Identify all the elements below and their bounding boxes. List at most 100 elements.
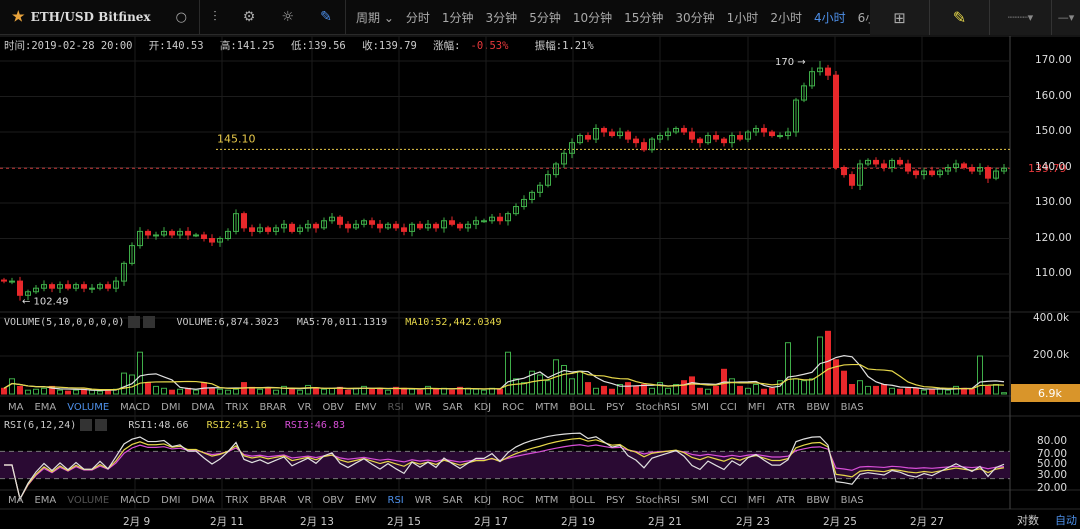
tab-bias[interactable]: BIAS xyxy=(841,402,864,413)
candle-body xyxy=(721,138,727,144)
tab-volume[interactable]: VOLUME xyxy=(67,495,109,506)
volume-bar xyxy=(873,385,879,395)
tab-emv[interactable]: EMV xyxy=(355,402,377,413)
volume-bar xyxy=(625,382,631,395)
tab-bbw[interactable]: BBW xyxy=(806,402,829,413)
tab-brar[interactable]: BRAR xyxy=(259,495,286,506)
candle-body xyxy=(497,216,503,222)
tab-vr[interactable]: VR xyxy=(298,402,312,413)
rsi-tick: 30.00 xyxy=(1037,468,1068,481)
tab-obv[interactable]: OBV xyxy=(322,495,343,506)
tab-trix[interactable]: TRIX xyxy=(226,495,249,506)
tab-cci[interactable]: CCI xyxy=(720,495,737,506)
volume-bar xyxy=(841,370,847,395)
date-tick: 2月 13 xyxy=(300,516,334,528)
tab-sar[interactable]: SAR xyxy=(443,402,463,413)
candle-body xyxy=(689,131,695,140)
volume-bar xyxy=(1001,392,1007,395)
tab-brar[interactable]: BRAR xyxy=(259,402,286,413)
candle-body xyxy=(313,223,319,229)
volume-bar xyxy=(785,342,791,395)
tab-atr[interactable]: ATR xyxy=(776,495,795,506)
tab-roc[interactable]: ROC xyxy=(502,495,524,506)
volume-bar xyxy=(793,378,799,395)
volume-bar xyxy=(385,389,391,395)
volume-bar xyxy=(929,388,935,395)
tab-sar[interactable]: SAR xyxy=(443,495,463,506)
tab-mtm[interactable]: MTM xyxy=(535,402,558,413)
chart-canvas[interactable]: 145.10139.79170 →← 102.496.9k xyxy=(0,0,1080,529)
volume-bar xyxy=(505,351,511,395)
volume-bar xyxy=(833,359,839,395)
tab-atr[interactable]: ATR xyxy=(776,402,795,413)
tab-stochrsi[interactable]: StochRSI xyxy=(636,495,680,506)
volume-bar xyxy=(513,378,519,395)
close-icon[interactable] xyxy=(95,419,108,431)
close-icon[interactable] xyxy=(143,316,156,328)
tab-ema[interactable]: EMA xyxy=(34,495,56,506)
tab-smi[interactable]: SMI xyxy=(691,402,709,413)
candle-body xyxy=(201,234,207,239)
date-tick: 2月 9 xyxy=(123,516,151,528)
tab-wr[interactable]: WR xyxy=(415,495,432,506)
tab-ema[interactable]: EMA xyxy=(34,402,56,413)
tab-rsi[interactable]: RSI xyxy=(388,495,404,506)
tab-dmi[interactable]: DMI xyxy=(161,495,180,506)
volume-bar xyxy=(97,390,103,395)
tab-macd[interactable]: MACD xyxy=(120,495,150,506)
tab-kdj[interactable]: KDJ xyxy=(474,495,491,506)
tab-cci[interactable]: CCI xyxy=(720,402,737,413)
candle-body xyxy=(601,127,607,133)
log-scale-button[interactable]: 对数 xyxy=(1017,512,1039,528)
tab-kdj[interactable]: KDJ xyxy=(474,402,491,413)
candle-body xyxy=(1,279,7,282)
tab-psy[interactable]: PSY xyxy=(606,402,625,413)
volume-bar xyxy=(121,372,127,395)
tab-dma[interactable]: DMA xyxy=(191,495,214,506)
tab-bbw[interactable]: BBW xyxy=(806,495,829,506)
tab-ma[interactable]: MA xyxy=(8,402,23,413)
tab-bias[interactable]: BIAS xyxy=(841,495,864,506)
volume-bar xyxy=(561,365,567,395)
candle-body xyxy=(393,223,399,229)
tab-dmi[interactable]: DMI xyxy=(161,402,180,413)
min-price-marker: ← 102.49 xyxy=(22,297,69,308)
volume-title: VOLUME(5,10,0,0,0,0) xyxy=(4,317,125,328)
volume-bar xyxy=(41,387,47,395)
volume-bar xyxy=(713,385,719,395)
rsi-header: RSI(6,12,24) RSI1:48.66 RSI2:45.16 RSI3:… xyxy=(4,419,357,431)
volume-bar xyxy=(585,382,591,395)
candle-body xyxy=(89,287,95,290)
candle-body xyxy=(457,223,463,229)
volume-bar xyxy=(945,389,951,395)
tab-wr[interactable]: WR xyxy=(415,402,432,413)
auto-scale-button[interactable]: 自动 xyxy=(1055,512,1077,528)
tab-macd[interactable]: MACD xyxy=(120,402,150,413)
tab-mtm[interactable]: MTM xyxy=(535,495,558,506)
tab-obv[interactable]: OBV xyxy=(322,402,343,413)
volume-bar xyxy=(153,385,159,395)
tab-roc[interactable]: ROC xyxy=(502,402,524,413)
volume-bar xyxy=(137,351,143,395)
tab-trix[interactable]: TRIX xyxy=(226,402,249,413)
tab-stochrsi[interactable]: StochRSI xyxy=(636,402,680,413)
volume-bar xyxy=(161,387,167,395)
tab-volume[interactable]: VOLUME xyxy=(67,402,109,413)
settings-icon[interactable] xyxy=(80,419,93,431)
tab-rsi[interactable]: RSI xyxy=(388,402,404,413)
date-tick: 2月 21 xyxy=(648,516,682,528)
tab-boll[interactable]: BOLL xyxy=(569,495,595,506)
tab-smi[interactable]: SMI xyxy=(691,495,709,506)
tab-boll[interactable]: BOLL xyxy=(569,402,595,413)
tab-ma[interactable]: MA xyxy=(8,495,23,506)
tab-dma[interactable]: DMA xyxy=(191,402,214,413)
tab-mfi[interactable]: MFI xyxy=(748,495,765,506)
settings-icon[interactable] xyxy=(128,316,141,328)
candle-body xyxy=(17,280,23,296)
tab-psy[interactable]: PSY xyxy=(606,495,625,506)
tab-mfi[interactable]: MFI xyxy=(748,402,765,413)
tab-vr[interactable]: VR xyxy=(298,495,312,506)
candle-body xyxy=(641,142,647,151)
candle-body xyxy=(825,67,831,76)
tab-emv[interactable]: EMV xyxy=(355,495,377,506)
